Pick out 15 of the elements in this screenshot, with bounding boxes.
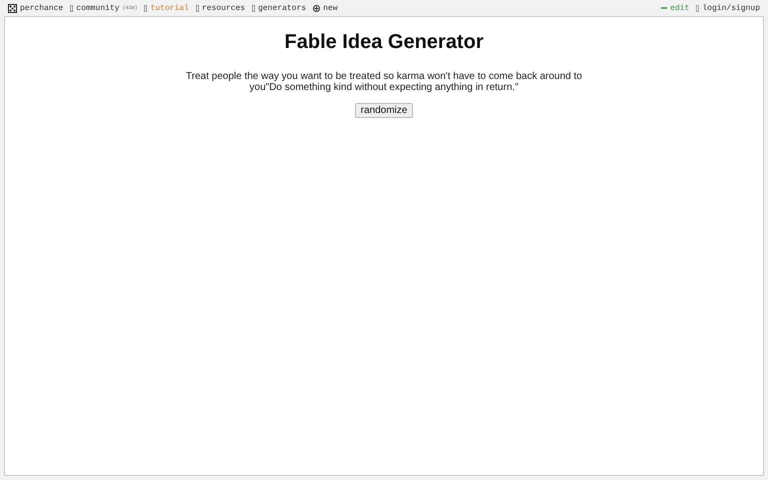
missing-glyph-icon (696, 4, 700, 12)
missing-glyph-icon (144, 4, 148, 12)
nav-link[interactable]: generators (252, 4, 306, 12)
nav-link[interactable]: new (313, 4, 338, 12)
missing-glyph-icon (196, 4, 199, 12)
output-text: Treat people the way you want to be treated so karma won't have to come back around to you"Do something kind without expecting anything in return." (184, 71, 584, 93)
missing-glyph-icon (70, 4, 74, 12)
plus-icon (313, 4, 320, 12)
nav-link[interactable]: resources (196, 4, 246, 12)
nav-link[interactable]: perchance (8, 4, 64, 12)
dice-icon (8, 4, 17, 12)
nav-link[interactable]: login/signup (696, 4, 760, 12)
page-title: Fable Idea Generator (284, 31, 484, 54)
randomize-button[interactable]: randomize (354, 103, 414, 118)
missing-glyph-icon (252, 4, 256, 12)
